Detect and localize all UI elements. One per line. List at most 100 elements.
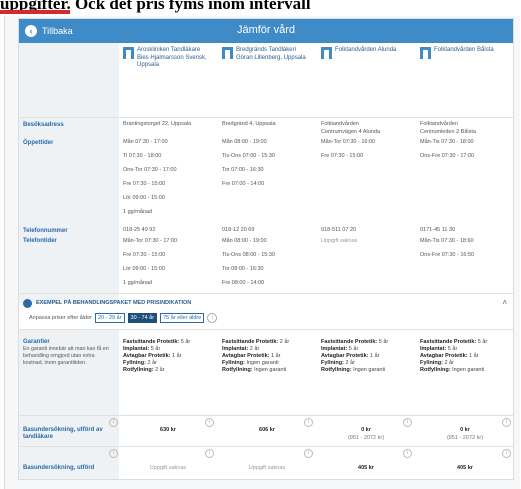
guarantee-item: Rotfyllning: Ingen garanti [420,367,487,374]
phone-number-text: 018-12 20 69 [222,227,255,233]
phone-number-text: 018-25 49 92 [123,227,156,233]
info-icon[interactable]: i [109,449,118,458]
guarantee-item: Implantat: 2 år [222,346,289,353]
row-label-column [19,43,119,303]
exam1-price: (951 - 2072 kr) [446,435,484,441]
guarantee-item: Avtagbar Protetik: 1 år [420,353,487,360]
info-icon[interactable]: i [109,418,118,427]
caption-strip: uppgifter. Ock det pris fyms inom interv… [0,0,521,16]
guarantee-item-label: Avtagbar Protetik: [222,353,270,359]
clinic-header-1[interactable]: Aroskliniken Tandläkare Bies Hjalmarsson… [123,47,215,111]
guarantee-item-value: 5 år [347,346,359,352]
visit-address-text: Centrumvägen 4 Alunda [321,129,381,135]
exam2-price: 405 kr [358,465,374,471]
info-icon[interactable]: i [502,418,511,427]
opening-hours-text: Tor 07:00 - 16:30 [222,167,264,173]
guarantee-item-value: 2 år [278,339,290,345]
guarantee-item-label: Avtagbar Protetik: [420,353,468,359]
guarantee-item: Rotfyllning: Ingen garanti [321,367,388,374]
guarantee-item-value: 5 år [476,339,488,345]
guarantee-item-label: Implantat: [420,346,447,352]
info-icon[interactable]: i [304,449,313,458]
phone-hours-text: Mån-Tor 07:30 - 17:00 [123,238,178,244]
guarantee-item: Fastsittande Protetik: 5 år [123,339,190,346]
age-filter: Anpassa priser efter ålder 20 - 29 år 30… [19,311,218,325]
guarantee-item-value: 1 år [269,353,281,359]
guarantee-item: Fastsittande Protetik: 5 år [420,339,487,346]
info-icon[interactable]: i [502,449,511,458]
clinic-name: Bredgränds Tandläkeri Göran Lillenberg, … [236,47,306,61]
guarantee-item: Rotfyllning: 2 år [123,367,190,374]
visit-address-text: Centrumleden 2 Bålsta [420,129,476,135]
opening-hours-text: Ons-Fre 07:30 - 17:00 [420,153,475,159]
guarantee-item-label: Implantat: [222,346,249,352]
guarantee-item-label: Implantat: [123,346,150,352]
guarantee-item: Fyllning: 2 år [420,360,487,367]
exam1-price: 0 kr [460,427,470,433]
example-header[interactable]: EXEMPEL PÅ BEHANDLINGSPAKET MED PRISINDI… [19,296,513,310]
guarantee-item-label: Fastsittande Protetik: [420,339,477,345]
guarantee-item-value: 1 år [170,353,182,359]
chevron-up-icon[interactable]: ˄ [502,298,507,307]
opening-hours-text: Fre 07:30 - 15:00 [123,181,166,187]
exam2-price: Uppgift saknas [149,465,187,471]
visit-address-text: Bredgränd 4, Uppsala [222,121,276,127]
guarantee-item-value: Ingen garanti [351,367,386,373]
info-icon[interactable]: i [304,418,313,427]
opening-hours-label: Öppettider [23,140,54,146]
exam2-price: Uppgift saknas [248,465,286,471]
exam1-price: 606 kr [259,427,275,433]
opening-hours-text: Tis-Ons 07:00 - 15:30 [222,153,275,159]
info-icon[interactable]: i [205,418,214,427]
guarantee-item-label: Rotfyllning: [222,367,253,373]
guarantee-item: Rotfyllning: Ingen garanti [222,367,289,374]
guarantee-item: Implantat: 5 år [420,346,487,353]
phone-hours-text: Tis-Ons 08:00 - 15:30 [222,252,275,258]
exam1-price: 0 kr [361,427,371,433]
building-icon [321,47,332,59]
opening-hours-text: Ti 07:30 - 18:00 [123,153,162,159]
guarantee-list: Fastsittande Protetik: 5 år Implantat: 5 … [420,339,487,374]
guarantee-item-value: 1 år [467,353,479,359]
info-icon[interactable]: i [403,418,412,427]
building-icon [123,47,134,59]
guarantee-item-label: Fyllning: [321,360,344,366]
info-icon[interactable]: i [207,313,218,323]
guarantee-item-value: 5 år [149,346,161,352]
phone-hours-text: Tor 08:00 - 16:30 [222,266,264,272]
guarantee-title: Garantier [23,339,50,345]
phone-hours-text: Lör 09:00 - 15:00 [123,266,165,272]
guarantee-description: En garanti innebär att man kan få en beh… [23,346,109,366]
info-icon[interactable]: i [403,449,412,458]
phone-hours-text: Mån 08:00 - 19:00 [222,238,267,244]
guarantee-item: Fyllning: 2 år [123,360,190,367]
age-option-20-29[interactable]: 20 - 29 år [94,313,125,323]
guarantee-item-label: Fastsittande Protetik: [321,339,378,345]
guarantee-item-value: 5 år [377,339,389,345]
info-icon[interactable]: i [205,449,214,458]
phone-hours-text: 1 gg/månad [123,280,153,286]
guarantee-item-label: Rotfyllning: [321,367,352,373]
exam1-price: (951 - 2072 kr) [347,435,385,441]
clinic-name: Aroskliniken Tandläkare Bies Hjalmarsson… [137,47,207,68]
age-option-30-74[interactable]: 30 - 74 år [127,313,158,323]
clinic-name: Folktandvården Bålsta [434,47,494,53]
phone-hours-text: Mån-Tis 07:30 - 18:60 [420,238,474,244]
exam1-label: Basundersökning, utförd av tandläkare [23,427,103,440]
age-option-75-plus[interactable]: 75 år eller äldre [160,313,205,323]
guarantee-item-label: Fyllning: [123,360,146,366]
guarantee-item-label: Fastsittande Protetik: [222,339,279,345]
guarantee-list: Fastsittande Protetik: 5 år Implantat: 5 … [321,339,388,374]
clinic-header-4[interactable]: Folktandvården Bålsta [420,47,512,111]
phone-number-text: 018-511 07 20 [321,227,357,233]
guarantee-item-value: Ingen garanti [252,367,287,373]
clinic-header-3[interactable]: Folktandvården Alunda [321,47,413,111]
guarantee-item-label: Fastsittande Protetik: [123,339,180,345]
exam1-price: 630 kr [160,427,176,433]
opening-hours-text: Lör 09:00 - 15:00 [123,195,165,201]
opening-hours-text: Fre 07:30 - 15:00 [321,153,364,159]
guarantee-item: Implantat: 5 år [321,346,388,353]
guarantee-item: Implantat: 5 år [123,346,190,353]
phone-hours-text: Fre 08:00 - 14:00 [222,280,265,286]
clinic-header-2[interactable]: Bredgränds Tandläkeri Göran Lillenberg, … [222,47,314,111]
